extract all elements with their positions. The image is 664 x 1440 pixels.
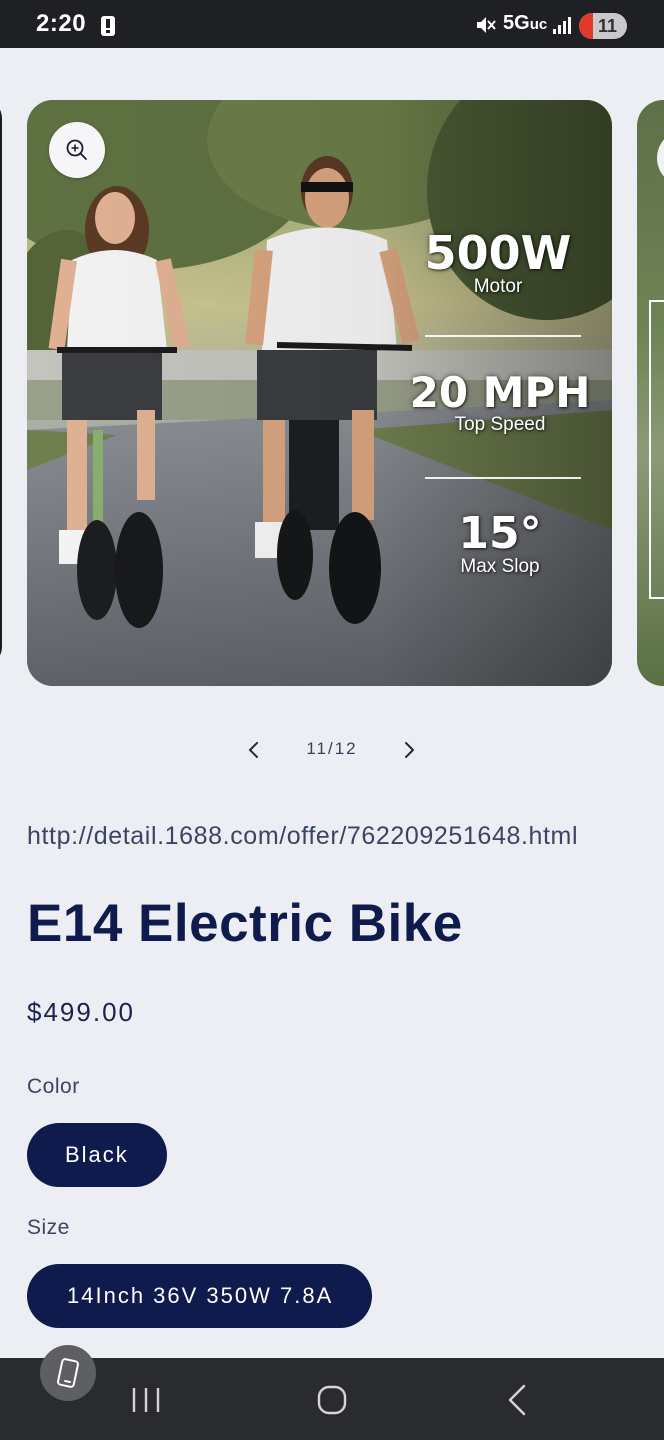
color-label: Color bbox=[27, 1075, 80, 1098]
color-option-black[interactable]: Black bbox=[27, 1123, 167, 1187]
spec-max-slope: 15° Max Slop bbox=[425, 512, 575, 579]
floating-device-button[interactable] bbox=[40, 1345, 96, 1401]
alert-notification-icon bbox=[101, 16, 115, 36]
zoom-in-icon bbox=[66, 139, 87, 160]
spec-divider bbox=[425, 477, 581, 479]
mute-icon bbox=[477, 17, 496, 33]
back-icon[interactable] bbox=[498, 1380, 538, 1420]
gallery-pager: 11/12 bbox=[0, 734, 664, 766]
slide-frame-decoration bbox=[649, 300, 664, 599]
zoom-button-peek bbox=[657, 130, 664, 186]
network-suffix: uc bbox=[529, 16, 548, 33]
zoom-button[interactable] bbox=[49, 122, 105, 178]
phone-rotate-icon bbox=[57, 1358, 79, 1388]
network-indicator: 5Guc bbox=[503, 12, 547, 35]
status-bar: 2:20 5Guc 11 bbox=[0, 0, 664, 48]
system-nav-bar bbox=[0, 1358, 664, 1440]
spec-top-speed: 20 MPH Top Speed bbox=[407, 372, 593, 437]
product-source-url[interactable]: http://detail.1688.com/offer/76220925164… bbox=[27, 822, 578, 851]
signal-icon bbox=[553, 17, 571, 34]
product-image-slide[interactable]: 500W Motor 20 MPH Top Speed 15° Max Slop bbox=[27, 100, 612, 686]
spec-motor: 500W Motor bbox=[423, 230, 573, 299]
gallery-position: 11/12 bbox=[306, 739, 358, 758]
battery-percent: 11 bbox=[598, 16, 618, 36]
recent-apps-icon[interactable] bbox=[126, 1380, 166, 1420]
chevron-right-icon[interactable] bbox=[399, 739, 419, 761]
size-label: Size bbox=[27, 1216, 70, 1239]
spec-max-slope-value: 15° bbox=[458, 508, 542, 559]
home-icon[interactable] bbox=[312, 1380, 352, 1420]
status-time: 2:20 bbox=[36, 10, 87, 37]
battery-level bbox=[579, 13, 593, 39]
carousel-next-slide[interactable] bbox=[637, 100, 664, 686]
product-title: E14 Electric Bike bbox=[27, 894, 463, 953]
size-option[interactable]: 14Inch 36V 350W 7.8A bbox=[27, 1264, 373, 1328]
network-type: 5G bbox=[503, 12, 530, 34]
spec-max-slope-label: Max Slop bbox=[460, 556, 540, 577]
battery-indicator: 11 bbox=[579, 13, 627, 39]
spec-top-speed-value: 20 MPH bbox=[409, 368, 591, 417]
spec-motor-value: 500W bbox=[424, 226, 572, 280]
spec-divider bbox=[425, 335, 581, 337]
chevron-left-icon[interactable] bbox=[244, 739, 264, 761]
product-price: $499.00 bbox=[27, 997, 135, 1027]
spec-top-speed-label: Top Speed bbox=[454, 414, 546, 435]
carousel-previous-slide[interactable] bbox=[0, 100, 2, 665]
